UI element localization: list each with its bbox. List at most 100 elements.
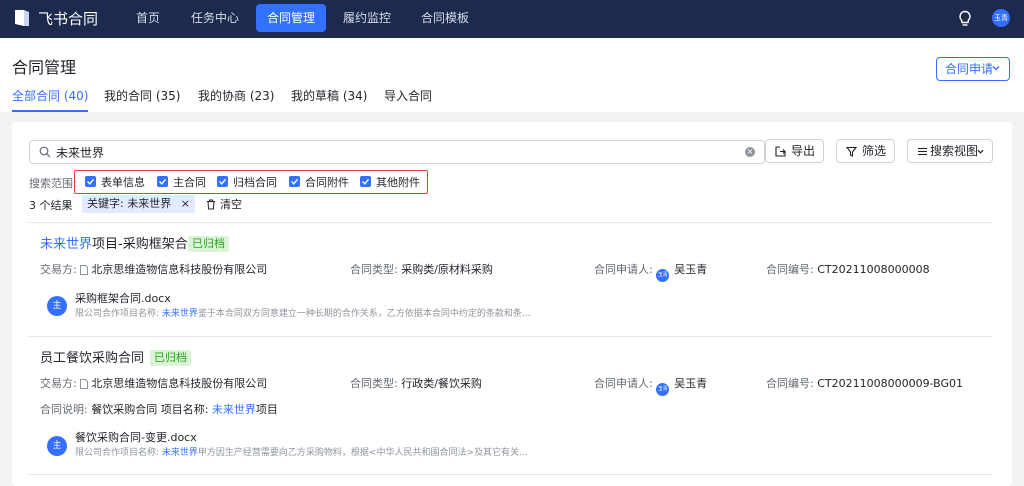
page-header: 合同管理 合同申请 全部合同 (40) 我的合同 (35) 我的协商 (23) … — [0, 38, 1024, 112]
contract-type-label: 合同类型: — [350, 263, 398, 276]
match-snippet: 限公司合作项目名称: 未来世界鉴于本合同双方同意建立一种长期的合作关系，乙方依据… — [75, 308, 531, 320]
checkbox-checked-icon — [289, 176, 300, 187]
keyword-tag-label: 关键字: 未来世界 — [87, 197, 172, 210]
tab-my-negotiations[interactable]: 我的协商 (23) — [198, 88, 274, 112]
divider — [29, 222, 992, 223]
applicant-name: 吴玉青 — [674, 263, 708, 276]
nav-performance-monitor[interactable]: 履约监控 — [336, 4, 398, 32]
counterparty-label: 交易方: — [40, 263, 77, 276]
attachment-link[interactable]: 餐饮采购合同-变更.docx — [75, 431, 197, 445]
result-title-link[interactable]: 未来世界项目-采购框架合同 — [40, 237, 201, 253]
filter-icon — [846, 146, 857, 157]
counterparty-value: 北京思维造物信息科技股份有限公司 — [91, 377, 268, 390]
snippet-text: 甲方因生产经营需要向乙方采购物料，根据<中华人民共和国合同法>及其它有关... — [197, 448, 528, 458]
snippet-text: 限公司合作项目名称: — [75, 309, 162, 319]
trash-icon — [207, 199, 215, 210]
contract-number-label: 合同编号: — [766, 263, 814, 276]
result-title-text: 项目-采购框架合同 — [92, 237, 201, 252]
applicant-field: 合同申请人: 玉青 吴玉青 — [594, 263, 707, 282]
main-file-badge: 主 — [47, 296, 67, 316]
scope-option-label: 其他附件 — [376, 176, 420, 189]
document-icon — [80, 379, 89, 389]
chevron-down-icon — [992, 66, 1000, 71]
search-view-button[interactable]: 搜索视图 — [907, 139, 993, 163]
result-title-link[interactable]: 员工餐饮采购合同 — [40, 351, 144, 367]
keyword-tag[interactable]: 关键字: 未来世界 × — [82, 195, 195, 213]
tab-import-contracts[interactable]: 导入合同 — [384, 88, 432, 112]
contract-number-field: 合同编号: CT20211008000009-BG01 — [766, 377, 963, 391]
filter-button[interactable]: 筛选 — [836, 139, 895, 163]
contract-type-label: 合同类型: — [350, 377, 398, 390]
search-scope-options: 表单信息 主合同 归档合同 合同附件 其他附件 — [74, 170, 428, 194]
filter-label: 筛选 — [862, 144, 887, 158]
search-scope-label: 搜索范围: — [29, 177, 77, 190]
counterparty-value: 北京思维造物信息科技股份有限公司 — [91, 263, 268, 276]
chevron-down-icon — [977, 149, 984, 154]
search-input[interactable] — [56, 143, 726, 161]
nav-home[interactable]: 首页 — [126, 4, 170, 32]
lightbulb-icon[interactable] — [958, 10, 972, 28]
checkbox-checked-icon — [85, 176, 96, 187]
keyword-highlight: 未来世界 — [161, 309, 198, 319]
contract-type-field: 合同类型: 行政类/餐饮采购 — [350, 377, 482, 391]
contract-number-field: 合同编号: CT20211008000008 — [766, 263, 930, 277]
match-snippet: 限公司合作项目名称: 未来世界甲方因生产经营需要向乙方采购物料，根据<中华人民共… — [75, 447, 528, 459]
search-view-label: 搜索视图 — [930, 144, 979, 158]
remove-tag-icon[interactable]: × — [181, 195, 190, 213]
applicant-name: 吴玉青 — [674, 377, 708, 390]
attachment-link[interactable]: 采购框架合同.docx — [75, 292, 171, 306]
contract-number-value: CT20211008000008 — [817, 263, 930, 276]
applicant-avatar: 玉青 — [656, 269, 670, 282]
scope-option-label: 主合同 — [173, 176, 206, 189]
keyword-highlight: 未来世界 — [40, 237, 93, 252]
contract-apply-button[interactable]: 合同申请 — [936, 57, 1010, 81]
export-button[interactable]: 导出 — [765, 139, 824, 163]
contract-type-value: 采购类/原材料采购 — [401, 263, 493, 276]
checkbox-checked-icon — [157, 176, 168, 187]
view-icon — [918, 147, 927, 156]
page-title: 合同管理 — [12, 58, 77, 77]
status-badge: 已归档 — [188, 236, 229, 252]
search-icon — [39, 146, 51, 158]
search-box[interactable]: × — [29, 140, 765, 164]
description-text: 餐饮采购合同 项目名称: — [91, 403, 212, 416]
user-avatar[interactable]: 玉青 — [992, 9, 1010, 27]
top-nav-bar: 飞书合同 首页 任务中心 合同管理 履约监控 合同模板 玉青 — [0, 0, 1024, 38]
keyword-highlight: 未来世界 — [211, 403, 256, 416]
scope-option-label: 归档合同 — [233, 176, 277, 189]
clear-filters-label: 清空 — [220, 198, 242, 211]
app-title[interactable]: 飞书合同 — [38, 9, 98, 29]
checkbox-checked-icon — [360, 176, 371, 187]
export-icon — [775, 146, 786, 157]
main-file-badge: 主 — [47, 436, 67, 456]
description-label: 合同说明: — [40, 403, 88, 416]
document-icon — [80, 265, 89, 275]
contract-number-value: CT20211008000009-BG01 — [817, 377, 964, 390]
tab-my-contracts[interactable]: 我的合同 (35) — [104, 88, 180, 112]
divider — [29, 336, 992, 337]
nav-contract-management[interactable]: 合同管理 — [256, 4, 326, 32]
clear-search-icon[interactable]: × — [745, 147, 755, 157]
contract-apply-label: 合同申请 — [945, 62, 994, 76]
nav-contract-templates[interactable]: 合同模板 — [414, 4, 476, 32]
keyword-highlight: 未来世界 — [161, 448, 198, 458]
export-label: 导出 — [791, 144, 816, 158]
applicant-label: 合同申请人: — [594, 263, 653, 276]
app-logo-icon[interactable] — [12, 8, 32, 28]
nav-task-center[interactable]: 任务中心 — [184, 4, 246, 32]
tab-my-drafts[interactable]: 我的草稿 (34) — [291, 88, 367, 112]
tab-all-contracts[interactable]: 全部合同 (40) — [12, 88, 89, 112]
status-badge: 已归档 — [150, 350, 191, 366]
counterparty-field: 交易方: 北京思维造物信息科技股份有限公司 — [40, 263, 267, 277]
contract-number-label: 合同编号: — [766, 377, 814, 390]
scope-option-label: 表单信息 — [101, 176, 145, 189]
divider — [29, 474, 992, 475]
scope-option-label: 合同附件 — [305, 176, 349, 189]
counterparty-label: 交易方: — [40, 377, 77, 390]
results-card: × 导出 筛选 搜索视图 搜索范围: 表单信息 主合同 — [12, 122, 1012, 486]
contract-description-field: 合同说明: 餐饮采购合同 项目名称: 未来世界项目 — [40, 403, 278, 417]
applicant-label: 合同申请人: — [594, 377, 653, 390]
applicant-avatar: 玉青 — [656, 383, 670, 396]
contract-type-field: 合同类型: 采购类/原材料采购 — [350, 263, 493, 277]
snippet-text: 限公司合作项目名称: — [75, 448, 162, 458]
